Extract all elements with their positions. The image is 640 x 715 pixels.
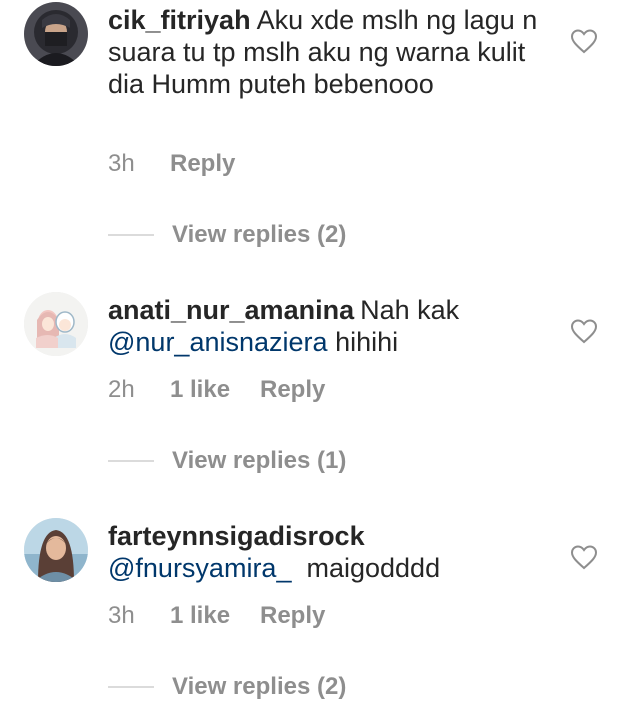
heart-outline-icon[interactable] — [570, 28, 598, 54]
replies-divider-line — [108, 234, 154, 236]
like-count[interactable]: 1 like — [170, 602, 260, 630]
comment-meta: 3h 1 like Reply — [108, 602, 325, 630]
comment-meta: 3h Reply — [108, 150, 235, 178]
view-replies-label: View replies (2) — [172, 221, 347, 248]
reply-button[interactable]: Reply — [260, 602, 325, 630]
comment-text: Nah kak — [360, 295, 460, 325]
comment-text: maigodddd — [306, 553, 441, 583]
view-replies-button[interactable]: View replies (2) — [108, 672, 346, 702]
user-avatar[interactable] — [24, 518, 88, 582]
comment-meta: 2h 1 like Reply — [108, 376, 325, 404]
comment-timestamp: 3h — [108, 602, 135, 629]
user-avatar[interactable] — [24, 2, 88, 66]
replies-divider-line — [108, 686, 154, 688]
view-replies-button[interactable]: View replies (2) — [108, 220, 346, 250]
replies-divider-line — [108, 460, 154, 462]
avatar-cartoon-couple-icon — [24, 292, 88, 356]
comment-username[interactable]: anati_nur_amanina — [108, 295, 354, 325]
comment-username[interactable]: cik_fitriyah — [108, 5, 251, 35]
heart-outline-icon[interactable] — [570, 544, 598, 570]
user-avatar[interactable] — [24, 292, 88, 356]
comment-body: cik_fitriyah Aku xde mslh ng lagu n suara… — [108, 4, 560, 100]
avatar-hijab-woman-dark-icon — [24, 2, 88, 66]
avatar-woman-hijab-photo-icon — [24, 518, 88, 582]
heart-outline-icon[interactable] — [570, 318, 598, 344]
comment-timestamp: 2h — [108, 376, 135, 403]
reply-button[interactable]: Reply — [260, 376, 325, 404]
like-count[interactable]: 1 like — [170, 376, 260, 404]
reply-button[interactable]: Reply — [170, 150, 235, 178]
comment-timestamp: 3h — [108, 150, 135, 177]
comment-body: anati_nur_amanina Nah kak @nur_anisnazier… — [108, 294, 560, 358]
view-replies-label: View replies (1) — [172, 447, 347, 474]
comment-text: hihihi — [335, 327, 399, 357]
comment-body: farteynnsigadisrock @fnursyamira_ maigod… — [108, 520, 560, 584]
view-replies-label: View replies (2) — [172, 673, 347, 700]
view-replies-button[interactable]: View replies (1) — [108, 446, 346, 476]
mention-link[interactable]: @nur_anisnaziera — [108, 327, 328, 357]
comment-username[interactable]: farteynnsigadisrock — [108, 521, 365, 551]
mention-link[interactable]: @fnursyamira_ — [108, 553, 291, 583]
